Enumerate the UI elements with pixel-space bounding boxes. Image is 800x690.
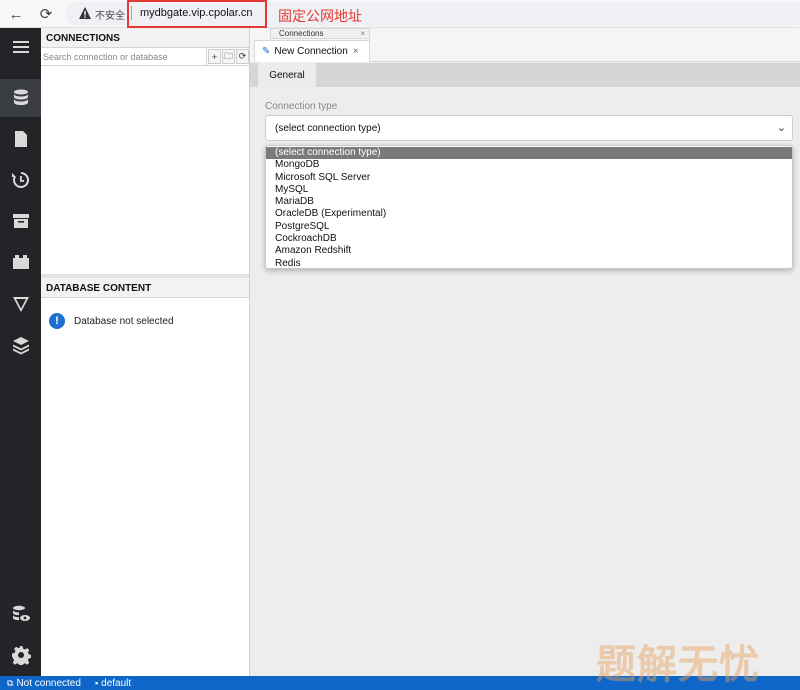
select-value: (select connection type) — [275, 122, 381, 134]
tab-connections-label: Connections — [279, 29, 324, 38]
insecure-label: 不安全 — [95, 11, 125, 22]
watermark-text: 题解无忧 — [596, 642, 760, 688]
warning-icon — [79, 7, 91, 19]
tab-strip: Connections × ✎ New Connection × — [250, 28, 800, 62]
close-icon[interactable]: × — [360, 29, 365, 38]
form-tab-bar: General — [250, 63, 800, 87]
database-status[interactable]: ▪ default — [95, 678, 131, 689]
history-icon[interactable] — [0, 161, 41, 199]
option-amazon-redshift[interactable]: Amazon Redshift — [266, 245, 792, 257]
menu-icon[interactable] — [0, 28, 41, 66]
connection-status-label: Not connected — [16, 677, 81, 689]
back-icon[interactable]: ← — [5, 3, 27, 25]
add-icon[interactable]: + — [208, 49, 221, 64]
database-content-header: DATABASE CONTENT — [41, 278, 249, 298]
option-mysql[interactable]: MySQL — [266, 184, 792, 196]
connection-type-label: Connection type — [265, 101, 338, 112]
search-input[interactable] — [41, 48, 207, 65]
option-select-connection-type[interactable]: (select connection type) — [266, 147, 792, 160]
info-icon: ! — [49, 313, 65, 329]
info-message: ! Database not selected — [49, 313, 174, 329]
option-redis[interactable]: Redis — [266, 258, 792, 270]
chevron-down-icon: ⌄ — [776, 122, 786, 134]
connections-header: CONNECTIONS — [41, 28, 249, 48]
tab-general[interactable]: General — [258, 63, 316, 87]
tab-connections[interactable]: Connections × — [270, 28, 370, 39]
side-panel: CONNECTIONS + 🗀 ⟳ DATABASE CONTENT ! Dat… — [41, 28, 250, 676]
close-icon[interactable]: × — [353, 46, 359, 57]
database-icon[interactable] — [0, 79, 41, 117]
settings-icon[interactable] — [0, 636, 41, 674]
option-oracledb[interactable]: OracleDB (Experimental) — [266, 208, 792, 220]
refresh-icon[interactable]: ⟳ — [236, 49, 249, 64]
tab-new-connection-label: New Connection — [274, 46, 348, 57]
main-area: Connections × ✎ New Connection × General… — [250, 28, 800, 676]
option-mongodb[interactable]: MongoDB — [266, 159, 792, 171]
annotation-text: 固定公网地址 — [278, 9, 362, 25]
browser-toolbar: ← ⟳ 不安全 mydbgate.vip.cpolar.cn 固定公网地址 — [0, 0, 800, 28]
tab-divider — [370, 61, 800, 62]
option-mssql[interactable]: Microsoft SQL Server — [266, 172, 792, 184]
connection-type-dropdown: (select connection type) MongoDB Microso… — [265, 145, 793, 269]
url-highlight-box — [127, 0, 267, 28]
connection-type-select[interactable]: (select connection type) ⌄ — [265, 115, 793, 141]
database-eye-icon[interactable] — [0, 595, 41, 633]
reload-icon[interactable]: ⟳ — [35, 3, 57, 25]
option-mariadb[interactable]: MariaDB — [266, 196, 792, 208]
archive-icon[interactable] — [0, 202, 41, 240]
connection-status[interactable]: ⧉ Not connected — [7, 678, 81, 689]
info-text: Database not selected — [74, 315, 174, 327]
layers-icon[interactable] — [0, 326, 41, 364]
pin-icon: ✎ — [262, 46, 271, 57]
database-small-icon: ▪ — [94, 678, 99, 688]
folder-icon[interactable]: 🗀 — [222, 49, 235, 64]
database-status-label: default — [101, 677, 132, 689]
search-row: + 🗀 ⟳ — [41, 48, 249, 66]
file-icon[interactable] — [0, 120, 41, 158]
network-icon: ⧉ — [7, 677, 14, 688]
activity-bar — [0, 28, 41, 676]
tab-new-connection[interactable]: ✎ New Connection × — [254, 40, 370, 62]
option-cockroachdb[interactable]: CockroachDB — [266, 233, 792, 245]
option-postgresql[interactable]: PostgreSQL — [266, 221, 792, 233]
plugin-icon[interactable] — [0, 243, 41, 281]
cell-data-icon[interactable] — [0, 285, 41, 323]
